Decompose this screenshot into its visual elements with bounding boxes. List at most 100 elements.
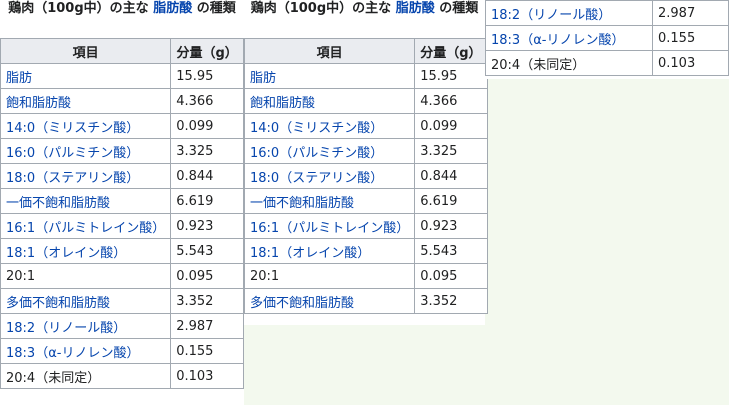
item-link[interactable]: 16:1（パルミトレイン酸） — [250, 221, 409, 236]
cell-item: 18:2（リノール酸） — [485, 0, 653, 26]
table-row: 脂肪 15.95 — [243, 63, 488, 89]
cell-item: 18:1（オレイン酸） — [243, 238, 416, 264]
table-row: 18:1（オレイン酸） 5.543 — [243, 238, 488, 264]
table-caption: 鶏肉（100g中）の主な 脂肪酸 の種類 — [0, 0, 244, 38]
table-row: 18:3（α-リノレン酸） 0.155 — [0, 338, 244, 364]
cell-amount: 3.325 — [170, 138, 244, 164]
cell-item: 多価不飽和脂肪酸 — [0, 288, 172, 314]
caption-text-end: の種類 — [439, 1, 479, 16]
cell-item: 18:0（ステアリン酸） — [0, 163, 172, 189]
cell-item: 一価不飽和脂肪酸 — [243, 188, 416, 214]
cell-item: 18:0（ステアリン酸） — [243, 163, 416, 189]
caption-link-fatty-acid[interactable]: 脂肪酸 — [153, 1, 192, 16]
cell-amount: 2.987 — [170, 313, 244, 339]
cell-item: 16:0（パルミチン酸） — [0, 138, 172, 164]
cell-amount: 0.095 — [170, 263, 244, 289]
cell-item: 20:4（未同定） — [485, 50, 653, 76]
cell-amount: 0.103 — [652, 50, 729, 76]
cell-amount: 0.155 — [170, 338, 244, 364]
item-link[interactable]: 18:1（オレイン酸） — [250, 246, 370, 261]
caption-text-end: の種類 — [196, 1, 236, 16]
caption-link-fatty-acid[interactable]: 脂肪酸 — [396, 1, 435, 16]
header-item: 項目 — [0, 38, 172, 64]
table-row: 16:0（パルミチン酸） 3.325 — [243, 138, 488, 164]
cell-item: 脂肪 — [243, 63, 416, 89]
table-row: 飽和脂肪酸 4.366 — [0, 88, 244, 114]
table-row: 18:3（α-リノレン酸） 0.155 — [485, 25, 729, 51]
cell-item: 18:2（リノール酸） — [0, 313, 172, 339]
table-caption: 鶏肉（100g中）の主な 脂肪酸 の種類 — [244, 0, 485, 38]
cell-amount: 0.923 — [170, 213, 244, 239]
table-row: 脂肪 15.95 — [0, 63, 244, 89]
item-link[interactable]: 14:0（ミリスチン酸） — [6, 121, 139, 136]
table-row: 18:0（ステアリン酸） 0.844 — [0, 163, 244, 189]
table-row: 一価不飽和脂肪酸 6.619 — [0, 188, 244, 214]
header-amount: 分量（g） — [414, 38, 488, 64]
table-row: 14:0（ミリスチン酸） 0.099 — [0, 113, 244, 139]
cell-item: 飽和脂肪酸 — [243, 88, 416, 114]
table-copy-2: 鶏肉（100g中）の主な 脂肪酸 の種類 項目 分量（g） 脂肪 15.95 飽和脂… — [243, 0, 488, 325]
cell-amount: 0.103 — [170, 363, 244, 389]
item-link[interactable]: 18:3（α-リノレン酸） — [6, 346, 139, 361]
cell-amount: 0.844 — [414, 163, 488, 189]
fatty-acid-table-overflow: 18:2（リノール酸） 2.987 18:3（α-リノレン酸） 0.155 20:4（未… — [485, 0, 729, 76]
table-row: 20:4（未同定） 0.103 — [485, 50, 729, 76]
item-link[interactable]: 飽和脂肪酸 — [6, 96, 71, 111]
table-copy-1: 鶏肉（100g中）の主な 脂肪酸 の種類 項目 分量（g） 脂肪 15.95 飽和脂… — [0, 0, 244, 405]
table-row: 14:0（ミリスチン酸） 0.099 — [243, 113, 488, 139]
item-link[interactable]: 多価不飽和脂肪酸 — [250, 296, 354, 311]
cell-amount: 0.923 — [414, 213, 488, 239]
cell-amount: 6.619 — [170, 188, 244, 214]
table-row: 16:1（パルミトレイン酸） 0.923 — [0, 213, 244, 239]
cell-item: 20:1 — [0, 263, 172, 289]
item-link[interactable]: 16:0（パルミチン酸） — [6, 146, 139, 161]
table-row: 20:1 0.095 — [0, 263, 244, 289]
cell-item: 16:0（パルミチン酸） — [243, 138, 416, 164]
cell-amount: 0.155 — [652, 25, 729, 51]
cell-amount: 0.095 — [414, 263, 488, 289]
cell-amount: 0.099 — [414, 113, 488, 139]
item-link[interactable]: 18:2（リノール酸） — [6, 321, 126, 336]
table-row: 多価不飽和脂肪酸 3.352 — [0, 288, 244, 314]
cell-item: 脂肪 — [0, 63, 172, 89]
item-link[interactable]: 14:0（ミリスチン酸） — [250, 121, 383, 136]
item-link[interactable]: 脂肪 — [250, 71, 276, 86]
table-row: 18:2（リノール酸） 2.987 — [0, 313, 244, 339]
item-link[interactable]: 一価不飽和脂肪酸 — [6, 196, 110, 211]
cell-amount: 5.543 — [170, 238, 244, 264]
cell-item: 16:1（パルミトレイン酸） — [0, 213, 172, 239]
item-link[interactable]: 16:1（パルミトレイン酸） — [6, 221, 165, 236]
item-link[interactable]: 18:0（ステアリン酸） — [250, 171, 383, 186]
item-text: 20:1 — [250, 268, 280, 284]
cell-amount: 0.844 — [170, 163, 244, 189]
table-row: 一価不飽和脂肪酸 6.619 — [243, 188, 488, 214]
item-link[interactable]: 脂肪 — [6, 71, 32, 86]
cell-amount: 2.987 — [652, 0, 729, 26]
caption-text: 鶏肉（100g中）の主な — [250, 1, 392, 16]
item-link[interactable]: 一価不飽和脂肪酸 — [250, 196, 354, 211]
cell-amount: 3.352 — [414, 288, 488, 314]
cell-amount: 6.619 — [414, 188, 488, 214]
cell-amount: 0.099 — [170, 113, 244, 139]
item-link[interactable]: 18:2（リノール酸） — [491, 8, 611, 23]
item-link[interactable]: 18:0（ステアリン酸） — [6, 171, 139, 186]
item-link[interactable]: 18:1（オレイン酸） — [6, 246, 126, 261]
item-text: 20:4（未同定） — [491, 57, 586, 73]
header-amount: 分量（g） — [170, 38, 244, 64]
cell-amount: 3.352 — [170, 288, 244, 314]
cell-item: 16:1（パルミトレイン酸） — [243, 213, 416, 239]
cell-amount: 4.366 — [170, 88, 244, 114]
caption-text: 鶏肉（100g中）の主な — [8, 1, 149, 16]
item-link[interactable]: 18:3（α-リノレン酸） — [491, 33, 624, 48]
cell-item: 18:1（オレイン酸） — [0, 238, 172, 264]
cell-amount: 15.95 — [414, 63, 488, 89]
cell-item: 18:3（α-リノレン酸） — [485, 25, 653, 51]
cell-item: 一価不飽和脂肪酸 — [0, 188, 172, 214]
item-link[interactable]: 飽和脂肪酸 — [250, 96, 315, 111]
table-row: 16:0（パルミチン酸） 3.325 — [0, 138, 244, 164]
item-link[interactable]: 多価不飽和脂肪酸 — [6, 296, 110, 311]
table-row: 20:4（未同定） 0.103 — [0, 363, 244, 389]
item-link[interactable]: 16:0（パルミチン酸） — [250, 146, 383, 161]
item-text: 20:4（未同定） — [6, 370, 101, 386]
cell-amount: 5.543 — [414, 238, 488, 264]
